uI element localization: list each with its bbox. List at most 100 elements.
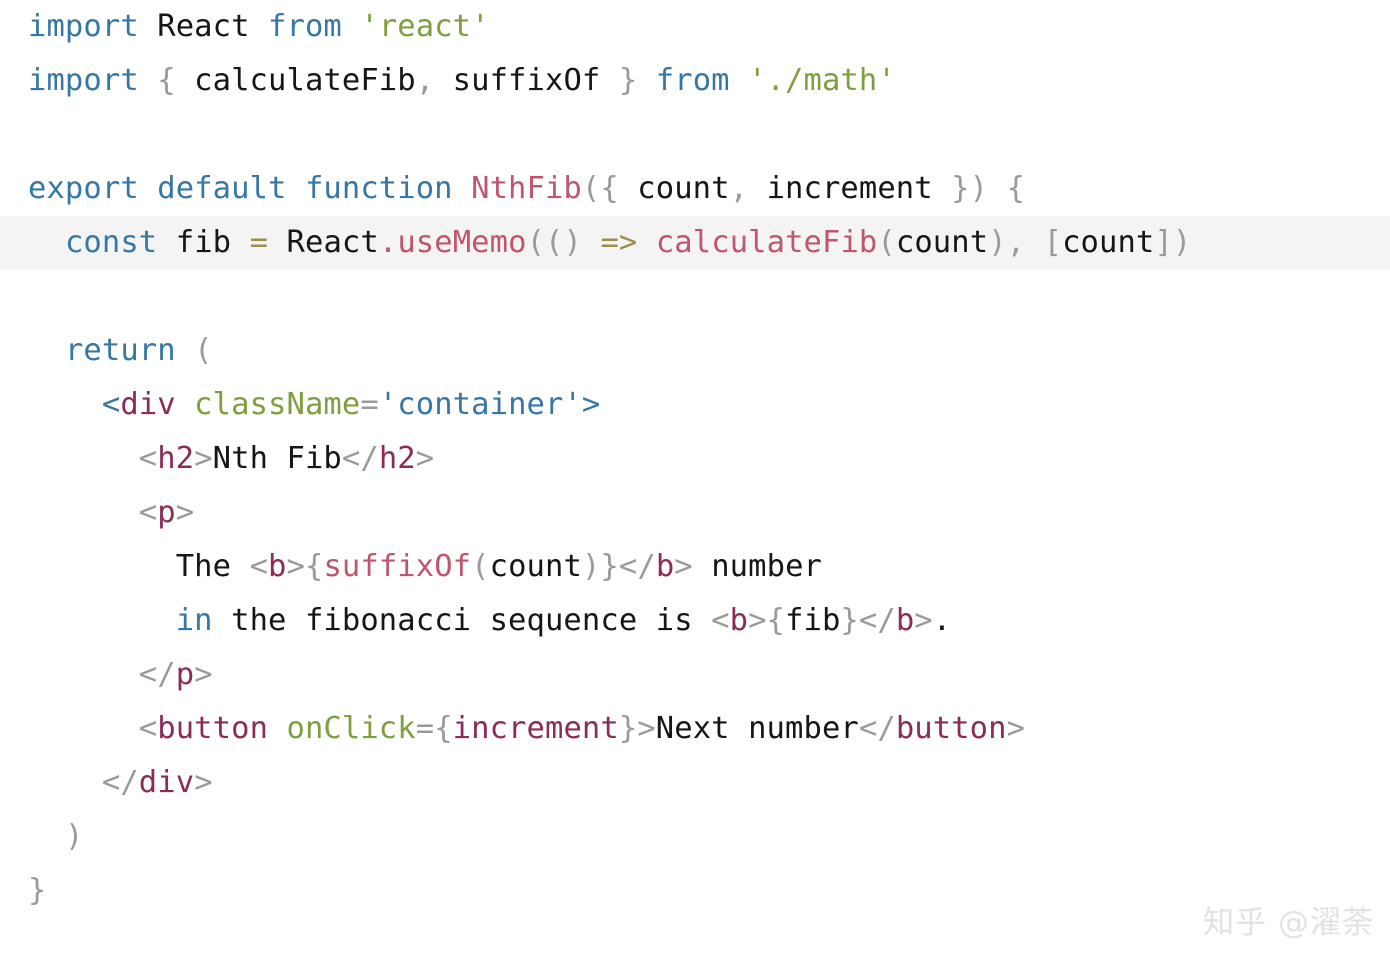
- code-line-2: import { calculateFib, suffixOf } from '…: [0, 54, 1390, 108]
- token-jsx-expr-brace-close: }: [840, 603, 859, 638]
- code-line-8: <div className='container'>: [0, 378, 1390, 432]
- token-dep-count: count: [1062, 225, 1155, 260]
- token-jsx-attr-onclick: onClick: [268, 711, 416, 746]
- token-jsx-text-the: The: [175, 549, 250, 584]
- token-jsx-angle-open: <: [101, 387, 121, 422]
- code-line-17: }: [0, 864, 1390, 918]
- token-jsx-tag-p: p: [157, 495, 176, 530]
- token-punct-dot: .: [378, 225, 398, 260]
- code-line-10: <p>: [0, 486, 1390, 540]
- token-arg-count: count: [895, 225, 989, 260]
- token-jsx-expr-brace-open: {: [304, 549, 324, 584]
- token-param-count: count: [637, 171, 730, 206]
- token-jsx-closing-angle-open: </: [618, 549, 656, 584]
- token-jsx-closing-angle-open: </: [101, 765, 139, 800]
- code-line-7: return (: [0, 324, 1390, 378]
- token-keyword-export: export: [28, 171, 139, 206]
- token-identifier-fib: fib: [157, 225, 250, 260]
- token-jsx-tag-h2: h2: [157, 441, 195, 476]
- token-jsx-angle-end: >: [194, 657, 213, 692]
- token-jsx-angle-end: >: [415, 441, 435, 476]
- token-jsx-angle-close: >: [286, 549, 305, 584]
- token-jsx-text-sequence: the fibonacci sequence is: [212, 603, 712, 638]
- token-jsx-text-period: .: [932, 603, 952, 638]
- token-punct-params-close: }) {: [932, 171, 1026, 206]
- token-jsx-angle-open: <: [249, 549, 269, 584]
- code-line-16: ): [0, 810, 1390, 864]
- token-function-calculatefib: calculateFib: [637, 225, 878, 260]
- token-keyword-const: const: [64, 225, 158, 260]
- token-jsx-expr-brace-close: }: [600, 549, 619, 584]
- token-punct-bracket-open: [: [1043, 225, 1063, 260]
- token-jsx-angle-open: <: [138, 441, 158, 476]
- token-keyword-import: import: [28, 9, 139, 44]
- code-line-5-highlighted: const fib = React.useMemo(() => calculat…: [0, 216, 1390, 270]
- token-punct-brace-close: }: [600, 63, 656, 98]
- token-jsx-text-nth-fib: Nth Fib: [212, 441, 342, 476]
- token-jsx-tag-b-close: b: [655, 549, 675, 584]
- token-punct-params-open: ({: [581, 171, 638, 206]
- token-jsx-closing-angle-open: </: [341, 441, 379, 476]
- token-jsx-expr-brace-open: {: [766, 603, 786, 638]
- token-keyword-function: function: [286, 171, 453, 206]
- token-jsx-text-number: number: [692, 549, 822, 584]
- token-function-suffixof: suffixOf: [323, 549, 472, 584]
- token-function-name-nthfib: NthFib: [452, 171, 582, 206]
- token-keyword-import: import: [28, 63, 139, 98]
- token-param-increment: increment: [766, 171, 933, 206]
- token-jsx-tag-button: button: [157, 711, 269, 746]
- token-jsx-tag-b: b: [268, 549, 287, 584]
- token-jsx-angle-close: >: [194, 441, 213, 476]
- token-identifier-react: React: [268, 225, 379, 260]
- token-jsx-expr-brace-open: {: [434, 711, 453, 746]
- token-punct-paren-close-2: ): [988, 225, 1007, 260]
- token-punct-paren-close: ): [64, 819, 84, 854]
- code-line-1: import React from 'react': [0, 0, 1390, 54]
- token-string-math-module: './math': [729, 63, 896, 98]
- token-jsx-attr-value-container: 'container': [378, 387, 582, 422]
- token-punct-tail: ]): [1154, 225, 1192, 260]
- token-punct-paren-close: ): [581, 549, 601, 584]
- token-identifier-react: React: [138, 9, 269, 44]
- token-keyword-return: return: [64, 333, 176, 368]
- token-jsx-attr-classname: className: [175, 387, 361, 422]
- token-punct-comma: ,: [415, 63, 453, 98]
- code-line-12: in the fibonacci sequence is <b>{fib}</b…: [0, 594, 1390, 648]
- code-line-6-blank: [0, 270, 1390, 324]
- token-jsx-closing-angle-open: </: [858, 603, 896, 638]
- token-punct-paren-open-2: (: [877, 225, 896, 260]
- token-string-react-module: 'react': [341, 9, 490, 44]
- token-variable-fib: fib: [785, 603, 841, 638]
- token-punct-comma: ,: [729, 171, 767, 206]
- token-punct-paren-open: (: [471, 549, 490, 584]
- token-jsx-closing-angle-open: </: [138, 657, 176, 692]
- token-punct-paren-open: (: [175, 333, 213, 368]
- token-jsx-expr-brace-close: }: [618, 711, 638, 746]
- token-punct-paren-open: ((: [526, 225, 564, 260]
- code-line-13: </p>: [0, 648, 1390, 702]
- code-line-15: </div>: [0, 756, 1390, 810]
- code-line-3-blank: [0, 108, 1390, 162]
- token-jsx-angle-close: >: [175, 495, 195, 530]
- token-operator-arrow: =>: [600, 225, 638, 260]
- token-keyword-default: default: [138, 171, 287, 206]
- token-identifier-calculatefib: calculateFib: [194, 63, 416, 98]
- code-line-14: <button onClick={increment}>Next number<…: [0, 702, 1390, 756]
- token-jsx-tag-button-close: button: [895, 711, 1007, 746]
- token-punct-brace-close: }: [28, 873, 47, 908]
- token-function-usememo: useMemo: [397, 225, 527, 260]
- code-line-4: export default function NthFib({ count, …: [0, 162, 1390, 216]
- token-jsx-attr-equals: =: [415, 711, 435, 746]
- token-jsx-angle-open: <: [138, 711, 158, 746]
- token-jsx-tag-h2-close: h2: [378, 441, 416, 476]
- token-jsx-angle-end: >: [194, 765, 213, 800]
- token-jsx-tag-div-close: div: [138, 765, 195, 800]
